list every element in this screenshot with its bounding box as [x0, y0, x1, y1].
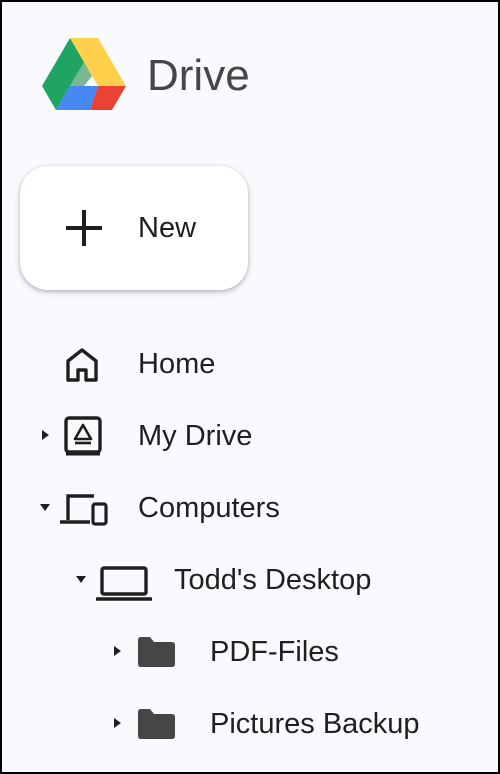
plus-icon — [66, 210, 102, 246]
nav-item-computers-label: Computers — [138, 492, 280, 524]
app-title: Drive — [147, 51, 250, 100]
nav-item-my-drive[interactable]: My Drive — [32, 408, 472, 464]
caret-down-icon[interactable] — [38, 500, 52, 514]
nav-item-pdf-files-label: PDF-Files — [210, 636, 339, 668]
nav-item-todds-desktop[interactable]: Todd's Desktop — [68, 552, 472, 608]
google-drive-logo-icon[interactable] — [42, 38, 126, 114]
nav-item-pictures-backup[interactable]: Pictures Backup — [104, 696, 472, 752]
new-button-label: New — [138, 212, 197, 244]
new-button[interactable]: New — [20, 166, 248, 290]
folder-icon — [138, 709, 175, 739]
home-icon — [66, 348, 98, 382]
computers-icon — [60, 494, 108, 526]
nav-item-home-label: Home — [138, 348, 216, 380]
laptop-icon — [96, 566, 152, 601]
drive-icon — [64, 416, 102, 456]
nav-item-pictures-backup-label: Pictures Backup — [210, 708, 420, 740]
nav-item-pdf-files[interactable]: PDF-Files — [104, 624, 472, 680]
folder-icon — [138, 637, 175, 667]
caret-right-icon[interactable] — [110, 644, 124, 658]
nav-item-home[interactable]: Home — [32, 336, 472, 392]
nav-item-computers[interactable]: Computers — [32, 480, 472, 536]
nav-item-todds-desktop-label: Todd's Desktop — [174, 564, 372, 596]
caret-down-icon[interactable] — [74, 572, 88, 586]
nav-item-my-drive-label: My Drive — [138, 420, 253, 452]
caret-right-icon[interactable] — [38, 428, 52, 442]
drive-sidebar: Drive New Home My Drive Computers Todd's… — [0, 0, 500, 774]
caret-right-icon[interactable] — [110, 716, 124, 730]
